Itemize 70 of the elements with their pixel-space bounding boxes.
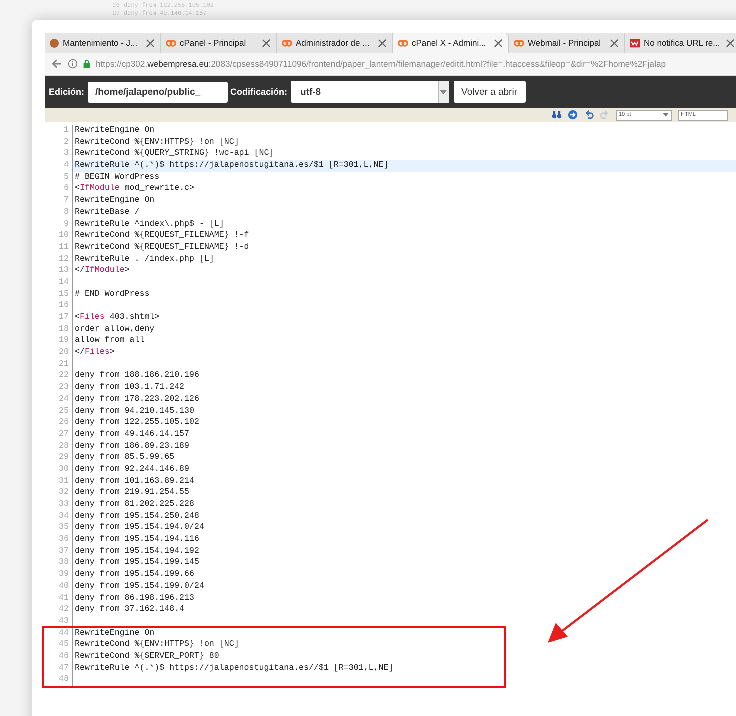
line-number: 4 [45, 160, 73, 172]
edit-label: Edición: [49, 87, 84, 97]
code-line: deny from 195.154.194.192 [75, 546, 200, 558]
code-line: RewriteEngine On [75, 125, 155, 137]
code-line: deny from 86.198.196.213 [75, 592, 194, 604]
encoding-dropdown[interactable]: utf-8 [290, 81, 449, 103]
code-line: RewriteRule ^index\.php$ - [L] [75, 218, 224, 230]
code-line: deny from 195.154.194.0/24 [75, 522, 204, 534]
code-line: # BEGIN WordPress [75, 172, 160, 184]
lock-icon [83, 59, 91, 69]
cpanel-icon [514, 38, 524, 48]
code-line: RewriteRule ^(.*)$ https://jalapenostugitana.es/$1 [R=301,L,NE] [75, 160, 389, 172]
code-line: deny from 188.186.210.196 [75, 370, 200, 382]
code-line: deny from 37.162.148.4 [75, 604, 185, 616]
cpanel-icon [282, 38, 292, 48]
encoding-label: Codificación: [230, 87, 288, 97]
cpanel-icon [166, 38, 176, 48]
code-line: RewriteEngine On [75, 195, 155, 207]
cpanel-icon [398, 38, 408, 48]
info-icon[interactable] [68, 59, 78, 69]
code-line: deny from 178.223.202.126 [75, 394, 200, 406]
code-line: deny from 195.154.199.0/24 [75, 580, 204, 592]
code-line: deny from 195.154.250.248 [75, 510, 200, 522]
code-line: <IfModule mod_rewrite.c> [75, 183, 195, 196]
close-icon[interactable] [262, 38, 271, 48]
avatar-icon [50, 38, 59, 48]
goto-icon[interactable] [568, 110, 578, 120]
reopen-button[interactable]: Volver a abrir [454, 81, 526, 103]
code-line: deny from 219.91.254.55 [75, 487, 190, 499]
code-line: deny from 81.202.225.228 [75, 499, 194, 511]
code-line: deny from 195.154.199.66 [75, 569, 194, 581]
code-line: deny from 186.89.23.189 [75, 440, 190, 452]
code-line: RewriteRule ^(.*)$ https://jalapenostugitana.es//$1 [R=301,L,NE] [75, 662, 394, 674]
code-line: order allow,deny [75, 324, 155, 336]
code-line: deny from 195.154.194.116 [75, 534, 200, 546]
code-line: RewriteEngine On [75, 628, 155, 640]
code-line: RewriteCond %{ENV:HTTPS} !on [NC] [75, 639, 240, 651]
code-line: <Files 403.shtml> [75, 312, 160, 324]
code-line: RewriteCond %{REQUEST_FILENAME} !-f [75, 230, 250, 242]
browser-tab[interactable]: cPanel X - Admini... [393, 33, 509, 53]
code-line: # END WordPress [75, 288, 150, 300]
path-field[interactable]: /home/jalapeno/public_ [88, 82, 228, 102]
code-line: deny from 49.146.14.157 [75, 428, 190, 441]
back-arrow-icon[interactable] [51, 58, 63, 70]
close-icon[interactable] [726, 38, 735, 48]
binoculars-icon[interactable] [552, 110, 562, 120]
close-icon[interactable] [378, 38, 387, 48]
code-line: deny from 92.244.146.89 [75, 464, 190, 476]
code-line: deny from 101.163.89.214 [75, 476, 194, 488]
code-line: RewriteBase / [75, 206, 140, 218]
code-line: </Files> [75, 347, 115, 359]
code-line: deny from 122.255.105.102 [75, 417, 200, 429]
close-icon[interactable] [146, 38, 155, 48]
undo-icon[interactable] [584, 110, 594, 120]
code-line: RewriteCond %{QUERY_STRING} !wc-api [NC] [75, 148, 274, 160]
code-line: deny from 94.210.145.130 [75, 406, 194, 418]
code-line: RewriteCond %{REQUEST_FILENAME} !-d [75, 242, 250, 254]
mail-icon [630, 38, 640, 48]
code-line: deny from 103.1.71.242 [75, 382, 185, 394]
code-line: RewriteCond %{SERVER_PORT} 80 [75, 650, 220, 663]
close-icon[interactable] [610, 38, 619, 48]
code-line: RewriteCond %{ENV:HTTPS} !on [NC] [75, 136, 240, 148]
code-line: RewriteRule . /index.php [L] [75, 254, 214, 266]
code-line: allow from all [75, 335, 145, 348]
caret-icon [440, 90, 448, 94]
code-line: </IfModule> [75, 265, 130, 277]
code-line: deny from 85.5.99.65 [75, 452, 175, 464]
code-line: deny from 195.154.199.145 [75, 557, 200, 570]
caret-icon [663, 113, 669, 117]
close-icon[interactable] [494, 38, 503, 48]
